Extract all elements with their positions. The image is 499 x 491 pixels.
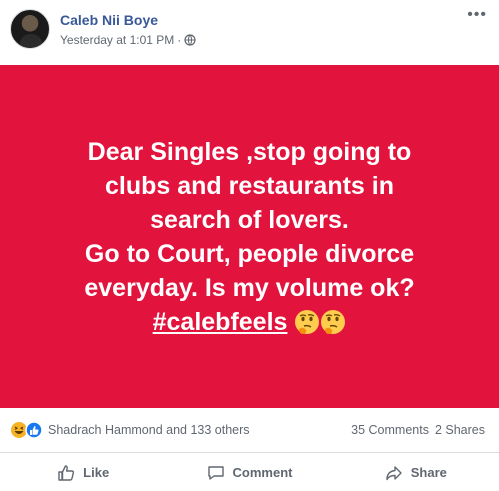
meta-separator: · xyxy=(177,33,182,47)
thinking-face-icon xyxy=(295,309,320,334)
hashtag-link[interactable]: #calebfeels xyxy=(153,308,288,336)
globe-icon[interactable] xyxy=(184,34,196,46)
comment-label: Comment xyxy=(232,465,293,480)
thinking-face-icon xyxy=(321,309,346,334)
comments-count[interactable]: 35 Comments xyxy=(351,423,429,437)
shares-count[interactable]: 2 Shares xyxy=(435,423,485,437)
card-line: search of lovers. xyxy=(150,205,349,234)
reaction-icons[interactable] xyxy=(10,421,44,439)
author-name[interactable]: Caleb Nii Boye xyxy=(60,12,158,28)
card-line-hashtag: #calebfeels xyxy=(35,305,465,339)
comment-icon xyxy=(207,465,224,480)
post-timestamp[interactable]: Yesterday at 1:01 PM xyxy=(60,33,174,47)
reactions-bar: Shadrach Hammond and 133 others 35 Comme… xyxy=(0,409,499,453)
post-header: Caleb Nii Boye Yesterday at 1:01 PM · ••… xyxy=(0,0,499,62)
like-button[interactable]: Like xyxy=(0,454,166,491)
card-line: everyday. Is my volume ok? xyxy=(84,273,415,302)
reaction-summary[interactable]: Shadrach Hammond and 133 others xyxy=(48,423,250,437)
engagement-counts: 35 Comments 2 Shares xyxy=(351,423,485,437)
post-meta: Yesterday at 1:01 PM · xyxy=(60,33,196,47)
post-actions: Like Comment Share xyxy=(0,454,499,491)
avatar[interactable] xyxy=(10,9,50,49)
share-arrow-icon xyxy=(386,465,402,480)
haha-icon xyxy=(11,422,27,438)
post-card: Dear Singles ,stop going to clubs and re… xyxy=(0,65,499,408)
card-text: Dear Singles ,stop going to clubs and re… xyxy=(35,135,465,339)
like-label: Like xyxy=(83,465,110,480)
more-options-button[interactable]: ••• xyxy=(467,7,487,23)
card-line: Dear Singles ,stop going to xyxy=(87,137,412,166)
like-icon xyxy=(25,421,43,439)
card-line: clubs and restaurants in xyxy=(105,171,394,200)
thumbs-up-icon xyxy=(58,464,75,481)
share-label: Share xyxy=(410,465,447,480)
share-button[interactable]: Share xyxy=(333,454,499,491)
card-line: Go to Court, people divorce xyxy=(84,239,415,268)
comment-button[interactable]: Comment xyxy=(166,454,332,491)
